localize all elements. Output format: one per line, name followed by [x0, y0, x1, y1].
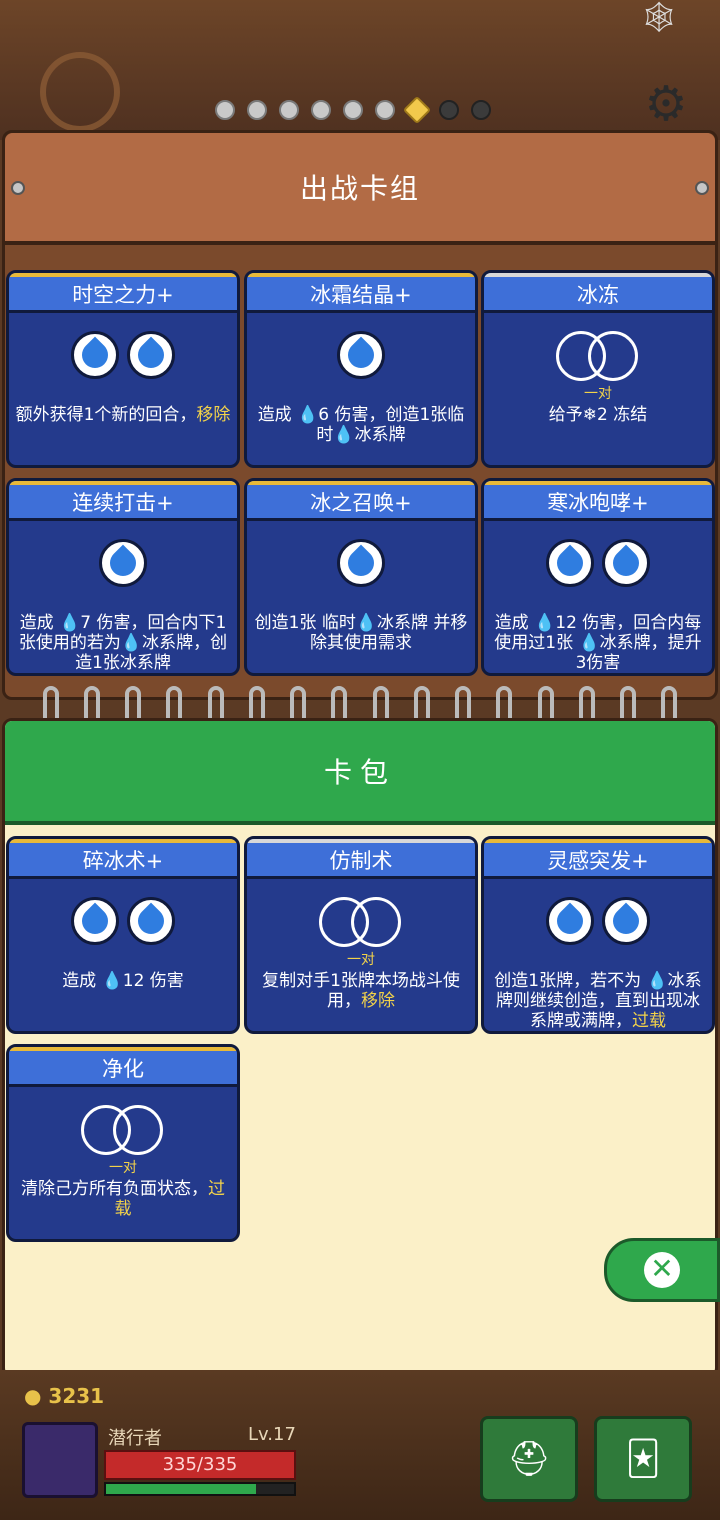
card-description: 创造1张牌，若不为 💧冰系牌则继续创造，直到出现冰系牌或满牌，过载 — [490, 971, 706, 1031]
card-cost — [247, 897, 475, 947]
card-cost — [484, 331, 712, 381]
stage-dot — [343, 100, 363, 120]
card-title: 净化 — [9, 1047, 237, 1087]
card-title: 时空之力+ — [9, 273, 237, 313]
player-level: Lv.17 — [248, 1424, 296, 1445]
card-cost — [247, 539, 475, 587]
water-drop-icon — [71, 331, 119, 379]
card[interactable]: 连续打击+ 造成 💧7 伤害，回合内下1张使用的若为💧冰系牌，创造1张冰系牌 — [6, 478, 240, 676]
helmet-button[interactable]: ⛑ — [480, 1416, 578, 1502]
coin-value: 3231 — [48, 1384, 105, 1408]
card-title: 冰之召唤+ — [247, 481, 475, 521]
desc-text: 给予❄2 冻结 — [548, 405, 648, 425]
card-description: 造成 💧7 伤害，回合内下1张使用的若为💧冰系牌，创造1张冰系牌 — [15, 613, 231, 673]
pair-label: 一对 — [347, 952, 375, 968]
card-title: 寒冰咆哮+ — [484, 481, 712, 521]
water-drop-icon — [337, 539, 385, 587]
stage-dot — [247, 100, 267, 120]
pack-header: 卡包 — [5, 721, 715, 825]
desc-keyword: 移除 — [361, 991, 395, 1011]
water-drop-icon — [337, 331, 385, 379]
pair-label: 一对 — [584, 386, 612, 402]
desc-text: 清除己方所有负面状态， — [21, 1179, 208, 1199]
water-drop-icon — [602, 539, 650, 587]
pair-cost-icon — [319, 897, 403, 947]
card-description: 清除己方所有负面状态，过载 — [15, 1179, 231, 1219]
card-description: 给予❄2 冻结 — [490, 405, 706, 425]
card[interactable]: 碎冰术+ 造成 💧12 伤害 — [6, 836, 240, 1034]
card-description: 造成 💧12 伤害 — [15, 971, 231, 991]
card-title: 冰霜结晶+ — [247, 273, 475, 313]
water-drop-icon — [127, 897, 175, 945]
pair-cost-icon — [556, 331, 640, 381]
card[interactable]: 灵感突发+ 创造1张牌，若不为 💧冰系牌则继续创造，直到出现冰系牌或满牌，过载 — [481, 836, 715, 1034]
desc-keyword: 过载 — [632, 1011, 666, 1031]
card[interactable]: 仿制术一对复制对手1张牌本场战斗使用，移除 — [244, 836, 478, 1034]
card[interactable]: 冰霜结晶+ 造成 💧6 伤害，创造1张临时💧冰系牌 — [244, 270, 478, 468]
card-description: 创造1张 临时💧冰系牌 并移除其使用需求 — [253, 613, 469, 653]
close-icon[interactable]: ✕ — [644, 1252, 680, 1288]
card-cost — [9, 539, 237, 587]
water-drop-icon — [99, 539, 147, 587]
player-name: 潜行者 — [108, 1428, 162, 1449]
cards-button[interactable]: 🃏 — [594, 1416, 692, 1502]
stage-dot — [215, 100, 235, 120]
deck-header: 出战卡组 — [5, 133, 715, 245]
xp-fill — [106, 1484, 257, 1494]
card-cost — [9, 897, 237, 945]
card[interactable]: 冰冻一对给予❄2 冻结 — [481, 270, 715, 468]
water-drop-icon — [546, 897, 594, 945]
desc-text: 造成 💧7 伤害，回合内下1张使用的若为💧冰系牌，创造1张冰系牌 — [18, 613, 228, 673]
card-description: 造成 💧12 伤害，回合内每使用过1张 💧冰系牌，提升3伤害 — [490, 613, 706, 673]
desc-text: 创造1张牌，若不为 💧冰系牌则继续创造，直到出现冰系牌或满牌， — [494, 971, 702, 1031]
card-title: 连续打击+ — [9, 481, 237, 521]
card-title: 碎冰术+ — [9, 839, 237, 879]
card-title: 冰冻 — [484, 273, 712, 313]
pair-cost-icon — [81, 1105, 165, 1155]
water-drop-icon — [71, 897, 119, 945]
desc-text: 造成 💧12 伤害，回合内每使用过1张 💧冰系牌，提升3伤害 — [494, 613, 702, 673]
stage-dot — [311, 100, 331, 120]
card-cost — [484, 897, 712, 945]
card-description: 造成 💧6 伤害，创造1张临时💧冰系牌 — [253, 405, 469, 445]
water-drop-icon — [127, 331, 175, 379]
stage-dot — [279, 100, 299, 120]
stage-dot — [375, 100, 395, 120]
desc-text: 创造1张 临时💧冰系牌 并移除其使用需求 — [254, 613, 468, 653]
card-title: 仿制术 — [247, 839, 475, 879]
wheel-decoration-icon — [40, 52, 120, 132]
card-title: 灵感突发+ — [484, 839, 712, 879]
close-tab[interactable]: ✕ — [604, 1238, 720, 1302]
card-cost — [9, 331, 237, 379]
settings-gear-icon[interactable]: ⚙ — [640, 78, 692, 130]
card[interactable]: 净化一对清除己方所有负面状态，过载 — [6, 1044, 240, 1242]
card[interactable]: 时空之力+ 额外获得1个新的回合，移除 — [6, 270, 240, 468]
card-description: 额外获得1个新的回合，移除 — [15, 405, 231, 425]
stage-dot — [439, 100, 459, 120]
card[interactable]: 冰之召唤+ 创造1张 临时💧冰系牌 并移除其使用需求 — [244, 478, 478, 676]
coin-count: ● 3231 — [24, 1384, 105, 1408]
stage-progress-dots — [215, 95, 491, 125]
stage-dot — [471, 100, 491, 120]
avatar[interactable] — [22, 1422, 98, 1498]
water-drop-icon — [602, 897, 650, 945]
card-cost — [247, 331, 475, 379]
hp-bar: 335/335 — [104, 1450, 296, 1480]
xp-bar — [104, 1482, 296, 1496]
deck-title: 出战卡组 — [299, 172, 420, 205]
desc-keyword: 移除 — [196, 405, 231, 425]
pack-title: 卡包 — [323, 756, 396, 789]
desc-text: 造成 💧12 伤害 — [62, 971, 184, 991]
pair-label: 一对 — [109, 1160, 137, 1176]
water-drop-icon — [546, 539, 594, 587]
card-description: 复制对手1张牌本场战斗使用，移除 — [253, 971, 469, 1011]
current-stage-icon — [402, 95, 432, 125]
card[interactable]: 寒冰咆哮+ 造成 💧12 伤害，回合内每使用过1张 💧冰系牌，提升3伤害 — [481, 478, 715, 676]
card-cost — [9, 1105, 237, 1155]
desc-text: 额外获得1个新的回合， — [15, 405, 197, 425]
spider-web-icon: 🕸 — [640, 0, 679, 35]
desc-text: 造成 💧6 伤害，创造1张临时💧冰系牌 — [257, 405, 465, 445]
card-cost — [484, 539, 712, 587]
